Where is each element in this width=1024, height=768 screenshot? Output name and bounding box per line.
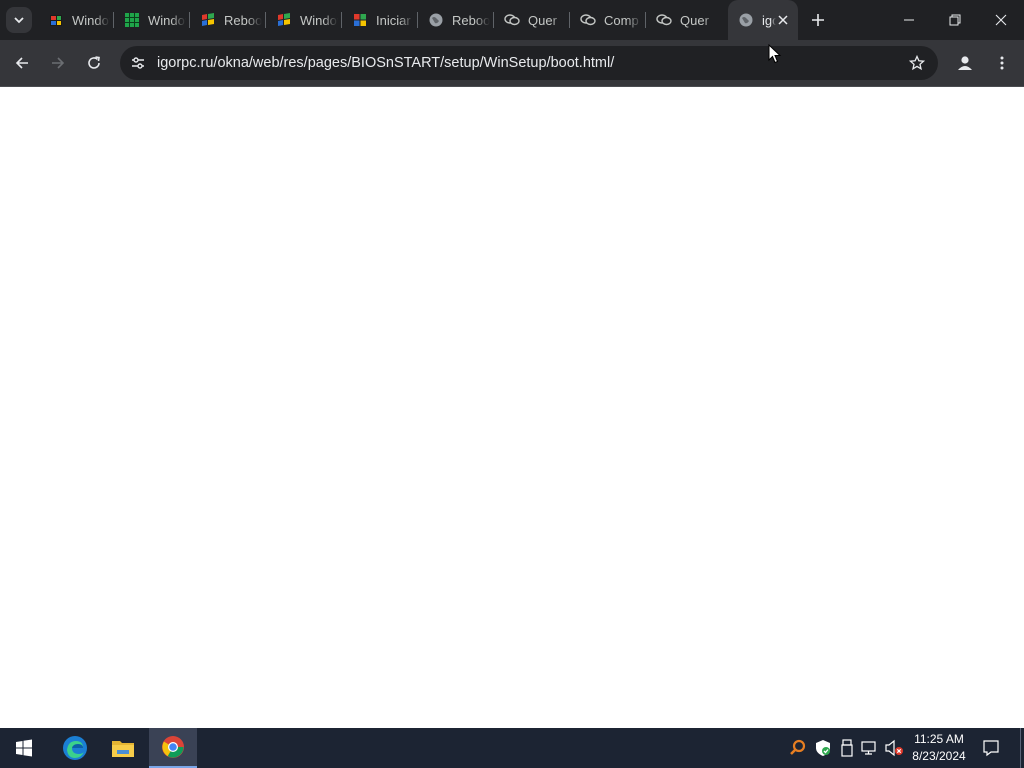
bookmark-button[interactable] bbox=[908, 54, 926, 72]
search-tray-icon[interactable] bbox=[788, 738, 808, 758]
more-vertical-icon bbox=[1000, 56, 1004, 70]
minimize-button[interactable] bbox=[886, 0, 932, 40]
url-text[interactable]: igorpc.ru/okna/web/res/pages/BIOSnSTART/… bbox=[157, 55, 614, 71]
windows-flag-icon bbox=[48, 12, 64, 28]
tab-title: igorpc.ru bbox=[762, 12, 776, 28]
chrome-icon bbox=[162, 736, 184, 758]
clock-time: 11:25 AM bbox=[914, 732, 964, 746]
site-info-button[interactable] bbox=[128, 53, 148, 73]
browser-tab[interactable]: Quer bbox=[494, 6, 570, 34]
tab-title: Quer bbox=[528, 12, 557, 28]
restore-button[interactable] bbox=[932, 0, 978, 40]
windows-xp-flag-icon bbox=[276, 12, 292, 28]
taskbar-chrome[interactable] bbox=[149, 728, 197, 768]
system-clock[interactable]: 11:25 AM 8/23/2024 bbox=[906, 731, 972, 765]
chat-bubbles-icon bbox=[504, 12, 520, 28]
new-tab-button[interactable] bbox=[808, 10, 828, 30]
arrow-right-icon bbox=[52, 57, 65, 69]
forward-button[interactable] bbox=[46, 51, 70, 75]
browser-tab[interactable]: Windows bbox=[266, 6, 342, 34]
restore-icon bbox=[949, 14, 961, 26]
browser-tab[interactable]: Comp bbox=[570, 6, 646, 34]
browser-tab-active[interactable]: igorpc.ru bbox=[728, 0, 798, 40]
clock-date: 8/23/2024 bbox=[912, 749, 966, 763]
close-icon bbox=[778, 15, 788, 25]
green-grid-icon bbox=[124, 12, 140, 28]
show-desktop-button[interactable] bbox=[1020, 728, 1024, 768]
tab-title: Windows bbox=[300, 12, 338, 28]
tab-title: Reboot bbox=[224, 12, 262, 28]
address-bar[interactable]: igorpc.ru/okna/web/res/pages/BIOSnSTART/… bbox=[120, 46, 938, 80]
usb-drive-icon[interactable] bbox=[837, 738, 857, 758]
close-window-button[interactable] bbox=[978, 0, 1024, 40]
back-button[interactable] bbox=[10, 51, 34, 75]
chat-bubbles-icon bbox=[580, 12, 596, 28]
browser-tab[interactable]: Reboot bbox=[418, 6, 494, 34]
browser-tab[interactable]: Windows bbox=[114, 6, 190, 34]
minimize-icon bbox=[904, 19, 914, 21]
tab-title: Windows bbox=[148, 12, 186, 28]
action-center-button[interactable] bbox=[981, 738, 1001, 758]
profile-button[interactable] bbox=[953, 51, 977, 75]
browser-tab[interactable]: Iniciar bbox=[342, 6, 418, 34]
close-tab-button[interactable] bbox=[776, 13, 790, 27]
globe-icon bbox=[738, 12, 754, 28]
windows-taskbar: 11:25 AM 8/23/2024 bbox=[0, 728, 1024, 768]
tab-title: Quer bbox=[680, 12, 709, 28]
tab-title: Iniciar bbox=[376, 12, 411, 28]
folder-icon bbox=[112, 741, 134, 757]
tab-search-button[interactable] bbox=[6, 7, 32, 33]
network-icon[interactable] bbox=[860, 738, 880, 758]
edge-icon bbox=[63, 736, 87, 760]
tab-title: Windows bbox=[72, 12, 110, 28]
reload-icon bbox=[88, 56, 100, 69]
shield-icon[interactable] bbox=[813, 738, 833, 758]
windows-flag-icon bbox=[352, 12, 368, 28]
browser-tab[interactable]: Windows bbox=[38, 6, 114, 34]
plus-icon bbox=[812, 14, 824, 26]
reload-button[interactable] bbox=[82, 51, 106, 75]
start-button[interactable] bbox=[0, 728, 48, 768]
tab-title: Reboot bbox=[452, 12, 490, 28]
notification-icon bbox=[983, 740, 999, 757]
windows-logo-icon bbox=[16, 739, 32, 757]
windows-xp-flag-icon bbox=[200, 12, 216, 28]
chat-bubbles-icon bbox=[656, 12, 672, 28]
browser-toolbar: igorpc.ru/okna/web/res/pages/BIOSnSTART/… bbox=[0, 40, 1024, 87]
tab-title: Comp bbox=[604, 12, 639, 28]
menu-button[interactable] bbox=[990, 51, 1014, 75]
browser-tab-strip: Windows Windows Reboot Windows bbox=[0, 0, 1024, 40]
arrow-left-icon bbox=[15, 57, 28, 69]
close-icon bbox=[995, 14, 1007, 26]
chevron-down-icon bbox=[14, 17, 24, 24]
volume-muted-icon[interactable] bbox=[884, 738, 904, 758]
browser-tab[interactable]: Quer bbox=[646, 6, 722, 34]
person-icon bbox=[958, 56, 972, 70]
taskbar-edge[interactable] bbox=[51, 728, 99, 768]
page-content bbox=[0, 87, 1024, 728]
browser-tab[interactable]: Reboot bbox=[190, 6, 266, 34]
tune-icon bbox=[132, 57, 144, 69]
taskbar-file-explorer[interactable] bbox=[99, 728, 147, 768]
star-icon bbox=[909, 55, 925, 71]
globe-icon bbox=[428, 12, 444, 28]
